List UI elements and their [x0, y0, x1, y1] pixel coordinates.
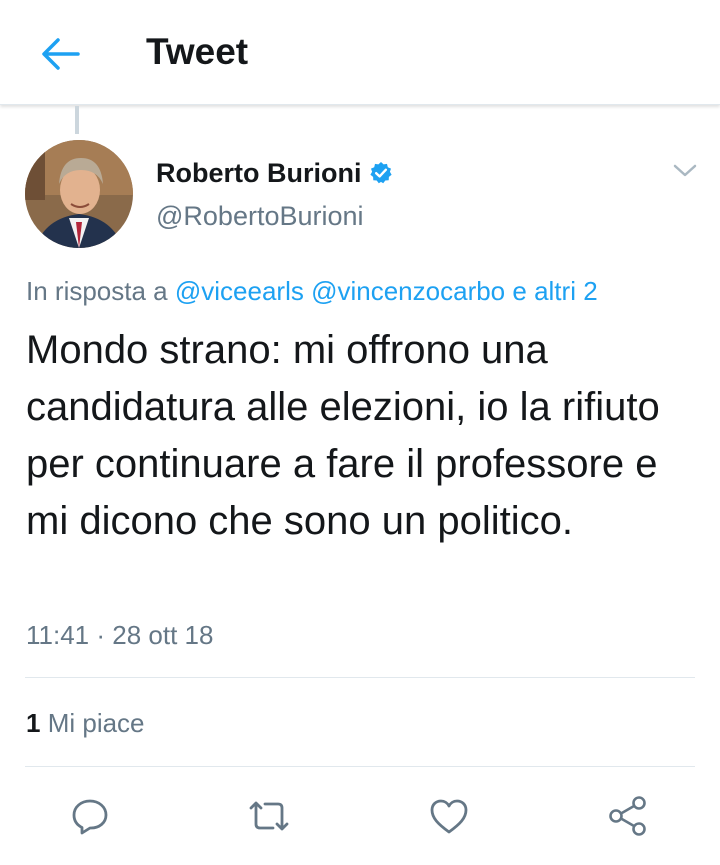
- reply-context: In risposta a @viceearls @vincenzocarbo …: [26, 274, 598, 308]
- chevron-down-icon[interactable]: [670, 158, 700, 182]
- share-icon: [609, 796, 646, 836]
- avatar-image: [25, 140, 133, 248]
- heart-icon: [430, 799, 468, 834]
- retweet-button[interactable]: [245, 792, 293, 840]
- reply-button[interactable]: [66, 792, 114, 840]
- retweet-icon: [249, 801, 289, 831]
- tweet-text: Mondo strano: mi offrono una candidatura…: [26, 328, 660, 543]
- mention-link[interactable]: @viceearls: [175, 276, 304, 306]
- mention-link[interactable]: @vincenzocarbo: [311, 276, 505, 306]
- avatar[interactable]: [25, 140, 133, 248]
- page-title: Tweet: [146, 31, 249, 72]
- likes-number: 1: [26, 708, 41, 738]
- likes-count[interactable]: 1 Mi piace: [26, 706, 145, 740]
- reply-icon: [72, 799, 108, 835]
- share-button[interactable]: [604, 792, 652, 840]
- like-button[interactable]: [425, 792, 473, 840]
- author-handle[interactable]: @RobertoBurioni: [156, 199, 364, 233]
- likes-label: Mi piace: [47, 708, 145, 738]
- arrow-left-icon: [42, 38, 80, 70]
- reply-prefix: In risposta a: [26, 276, 168, 306]
- back-button[interactable]: [36, 30, 84, 78]
- verified-badge-icon: [370, 162, 393, 184]
- tweet-timestamp[interactable]: 11:41 · 28 ott 18: [26, 618, 213, 652]
- thread-connector: [75, 106, 79, 134]
- divider: [25, 677, 695, 678]
- author-name[interactable]: Roberto Burioni: [156, 156, 393, 190]
- divider: [25, 766, 695, 767]
- reply-others-link[interactable]: e altri 2: [512, 276, 597, 306]
- author-name-label: Roberto Burioni: [156, 158, 362, 188]
- top-bar: Tweet: [0, 0, 720, 105]
